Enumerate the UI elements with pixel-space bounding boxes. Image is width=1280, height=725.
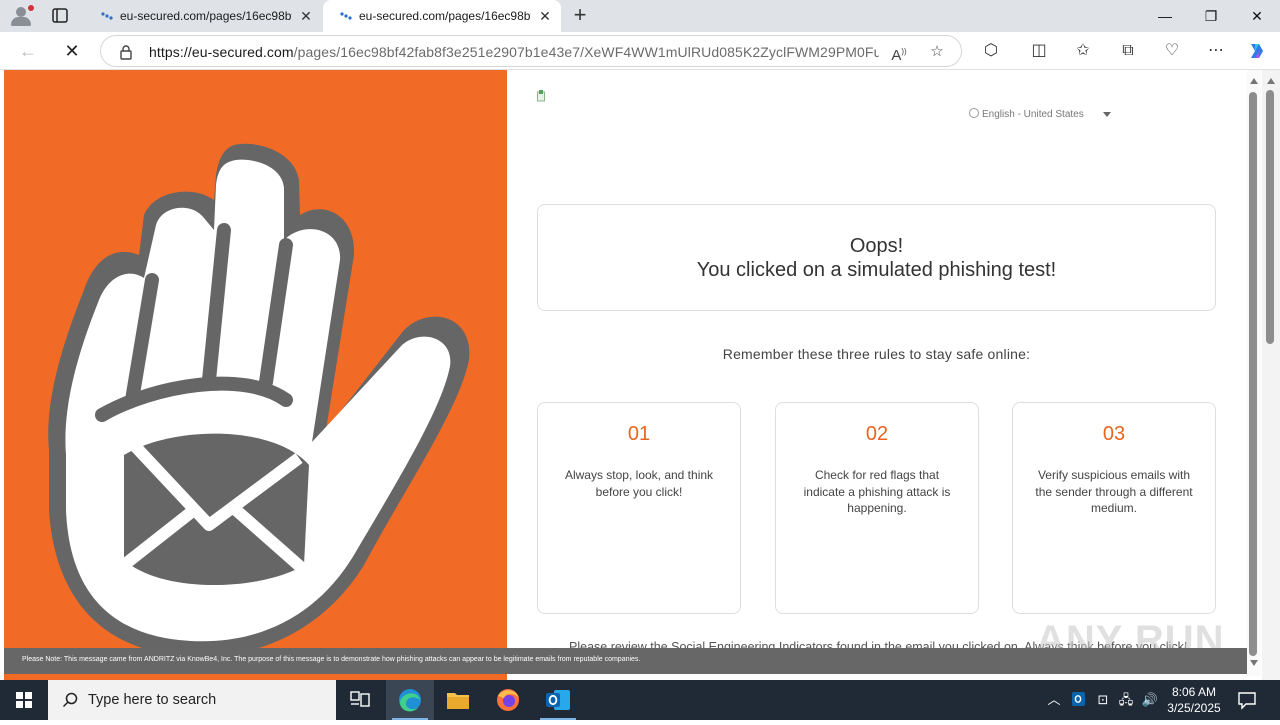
stop-loading-button[interactable]: ✕ bbox=[60, 39, 84, 63]
globe-icon bbox=[969, 108, 979, 118]
language-selector[interactable]: English - United States bbox=[969, 108, 1111, 120]
minimize-button[interactable]: — bbox=[1142, 0, 1188, 32]
site-favicon-icon bbox=[101, 12, 113, 20]
phishing-note-bar: Please Note: This message came from ANDR… bbox=[4, 648, 1260, 674]
windows-logo-icon bbox=[16, 692, 32, 708]
browser-tabstrip: eu-secured.com/pages/16ec98bf42fab8f3e25… bbox=[0, 0, 1280, 32]
back-button[interactable]: ← bbox=[16, 39, 40, 63]
edge-icon[interactable] bbox=[386, 680, 434, 720]
language-selector-label: English - United States bbox=[982, 109, 1084, 120]
oops-subtitle: You clicked on a simulated phishing test… bbox=[696, 259, 1057, 281]
page-scrollbar[interactable] bbox=[1247, 70, 1261, 676]
favorites-icon[interactable]: ✩ bbox=[1072, 40, 1094, 62]
scroll-up-icon[interactable] bbox=[1250, 78, 1258, 84]
rule-text: Verify suspicious emails with the sender… bbox=[1035, 468, 1193, 515]
scroll-thumb[interactable] bbox=[1249, 92, 1257, 656]
taskbar-clock[interactable]: 8:06 AM 3/25/2025 bbox=[1160, 684, 1228, 716]
taskbar-search-box[interactable]: Type here to search bbox=[48, 680, 336, 720]
rule-card-01: 01 Always stop, look, and think before y… bbox=[537, 402, 741, 614]
oops-card: Oops! You clicked on a simulated phishin… bbox=[537, 204, 1216, 311]
favorite-star-icon[interactable]: ☆ bbox=[927, 42, 947, 62]
search-placeholder: Type here to search bbox=[88, 692, 217, 708]
network-icon[interactable]: 🖧 bbox=[1116, 690, 1136, 710]
browser-essentials-icon[interactable]: ♡ bbox=[1161, 40, 1183, 62]
tab-title: eu-secured.com/pages/16ec98bf42fab8f3e25… bbox=[120, 9, 292, 23]
site-favicon-icon bbox=[340, 12, 352, 20]
rule-number: 01 bbox=[627, 423, 651, 445]
oops-title: Oops! bbox=[849, 235, 904, 257]
rule-card-02: 02 Check for red flags that indicate a p… bbox=[775, 402, 979, 614]
clock-date: 3/25/2025 bbox=[1167, 701, 1221, 715]
windows-taskbar: Type here to search ︿ ⊡ 🖧 🔊 8:06 AM 3/25… bbox=[0, 680, 1280, 720]
profile-avatar-icon[interactable] bbox=[8, 4, 34, 28]
search-icon bbox=[62, 692, 78, 708]
url-text[interactable]: https://eu-secured.com/pages/16ec98bf42f… bbox=[149, 44, 879, 60]
scroll-up-icon[interactable] bbox=[1267, 78, 1275, 84]
file-explorer-icon[interactable] bbox=[434, 680, 482, 720]
outlook-icon[interactable] bbox=[534, 680, 582, 720]
tab-close-icon[interactable]: ✕ bbox=[537, 8, 553, 24]
envelope-icon bbox=[120, 433, 309, 585]
rule-card-03: 03 Verify suspicious emails with the sen… bbox=[1012, 402, 1216, 614]
tray-device-icon[interactable]: ⊡ bbox=[1093, 690, 1113, 710]
start-button[interactable] bbox=[0, 680, 48, 720]
broken-logo-image-icon bbox=[537, 90, 545, 102]
tab-title: eu-secured.com/pages/16ec98bf42fab8f3e25… bbox=[359, 9, 531, 23]
notifications-icon[interactable] bbox=[1236, 690, 1258, 710]
tab-eu-secured-2[interactable]: eu-secured.com/pages/16ec98bf42fab8f3e25… bbox=[323, 0, 561, 32]
rule-text: Check for red flags that indicate a phis… bbox=[803, 468, 951, 515]
window-scrollbar[interactable] bbox=[1262, 70, 1280, 680]
tray-outlook-icon[interactable] bbox=[1068, 690, 1088, 710]
tray-overflow-icon[interactable]: ︿ bbox=[1044, 690, 1064, 710]
firefox-icon[interactable] bbox=[484, 680, 532, 720]
chevron-down-icon bbox=[1103, 112, 1111, 117]
scroll-thumb[interactable] bbox=[1266, 90, 1274, 344]
address-bar[interactable]: https://eu-secured.com/pages/16ec98bf42f… bbox=[100, 35, 962, 67]
tab-eu-secured-1[interactable]: eu-secured.com/pages/16ec98bf42fab8f3e25… bbox=[84, 0, 322, 32]
clock-time: 8:06 AM bbox=[1171, 685, 1217, 699]
more-menu-icon[interactable]: ⋯ bbox=[1205, 40, 1227, 62]
close-window-button[interactable]: ✕ bbox=[1234, 0, 1280, 32]
page-viewport: English - United States Oops! You clicke… bbox=[0, 70, 1280, 680]
tab-close-icon[interactable]: ✕ bbox=[298, 8, 314, 24]
stop-hand-illustration bbox=[4, 70, 507, 680]
split-screen-icon[interactable]: ◫ bbox=[1028, 40, 1050, 62]
restore-button[interactable]: ❐ bbox=[1188, 0, 1234, 32]
rules-heading: Remember these three rules to stay safe … bbox=[722, 346, 1031, 362]
message-panel: English - United States Oops! You clicke… bbox=[507, 70, 1247, 680]
tab-actions-icon[interactable] bbox=[48, 5, 72, 27]
rule-number: 03 bbox=[1102, 423, 1126, 445]
extensions-icon[interactable]: ⬡ bbox=[980, 40, 1002, 62]
volume-icon[interactable]: 🔊 bbox=[1140, 690, 1160, 710]
read-aloud-icon[interactable]: A)) bbox=[889, 42, 909, 64]
scroll-down-icon[interactable] bbox=[1250, 660, 1258, 666]
task-view-icon[interactable] bbox=[336, 680, 384, 720]
copilot-icon[interactable] bbox=[1246, 40, 1268, 62]
rule-text: Always stop, look, and think before you … bbox=[564, 468, 714, 499]
new-tab-button[interactable]: + bbox=[568, 4, 592, 28]
note-text: Please Note: This message came from ANDR… bbox=[22, 656, 641, 663]
lock-icon[interactable] bbox=[119, 44, 133, 60]
rule-number: 02 bbox=[865, 423, 889, 445]
browser-toolbar: ← ✕ https://eu-secured.com/pages/16ec98b… bbox=[0, 32, 1280, 70]
collections-icon[interactable]: ⧉ bbox=[1117, 40, 1139, 62]
